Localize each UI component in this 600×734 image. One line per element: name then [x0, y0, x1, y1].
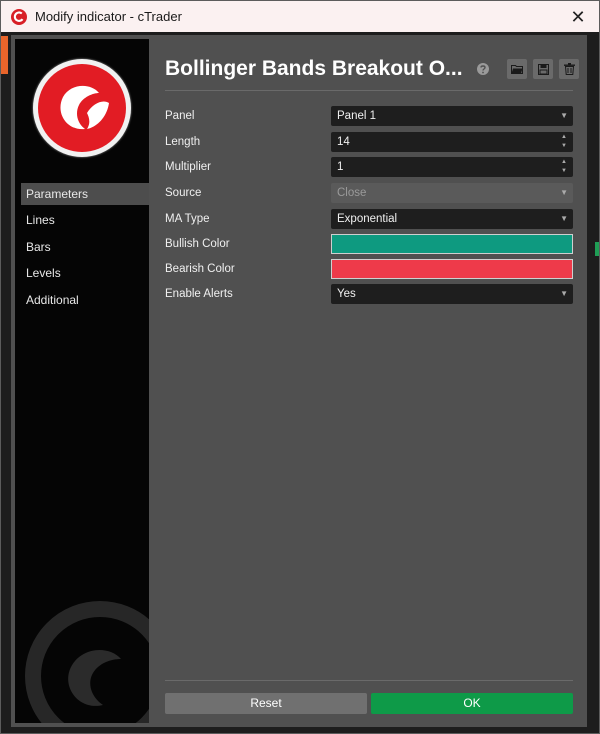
param-label: Multiplier: [165, 161, 212, 173]
save-icon[interactable]: [533, 59, 553, 79]
window-title: Modify indicator - cTrader: [35, 9, 182, 24]
length-stepper[interactable]: 14 ▲ ▼: [331, 132, 573, 152]
param-row-enable-alerts: Enable Alerts Yes ▼: [165, 284, 573, 304]
param-row-length: Length 14 ▲ ▼: [165, 132, 573, 152]
header-toolbar: [473, 59, 579, 79]
sidebar: Parameters Lines Bars Levels Additional: [15, 39, 149, 723]
sidebar-nav: Parameters Lines Bars Levels Additional: [21, 183, 149, 315]
trash-icon[interactable]: [559, 59, 579, 79]
param-label: Length: [165, 136, 201, 148]
chevron-down-icon: ▼: [560, 188, 568, 197]
ma-type-select-value: Exponential: [337, 213, 398, 225]
param-row-multiplier: Multiplier 1 ▲ ▼: [165, 157, 573, 177]
help-icon[interactable]: [473, 59, 493, 79]
multiplier-stepper[interactable]: 1 ▲ ▼: [331, 157, 573, 177]
param-row-bearish-color: Bearish Color: [165, 259, 573, 279]
modify-indicator-window: Modify indicator - cTrader ✕ Parameters …: [0, 0, 600, 734]
multiplier-value: 1: [337, 161, 344, 173]
indicator-title: Bollinger Bands Breakout O...: [165, 57, 463, 80]
chevron-down-icon: ▼: [560, 214, 568, 223]
watermark-swoosh-icon: [68, 649, 121, 706]
reset-button[interactable]: Reset: [165, 693, 367, 714]
spinner-arrows-icon[interactable]: ▲ ▼: [560, 134, 568, 150]
spinner-arrows-icon[interactable]: ▲ ▼: [560, 159, 568, 175]
bearish-color-swatch[interactable]: [331, 259, 573, 279]
dialog-body: Parameters Lines Bars Levels Additional …: [11, 35, 587, 727]
source-select-value: Close: [337, 187, 367, 199]
ctrader-logo-icon: [11, 8, 27, 25]
ok-button[interactable]: OK: [371, 693, 573, 714]
ma-type-select[interactable]: Exponential ▼: [331, 209, 573, 229]
param-label: Panel: [165, 110, 195, 122]
footer-divider: [165, 680, 573, 681]
sidebar-item-levels[interactable]: Levels: [21, 262, 149, 289]
sidebar-item-additional[interactable]: Additional: [21, 289, 149, 316]
sidebar-item-lines[interactable]: Lines: [21, 209, 149, 236]
param-label: MA Type: [165, 213, 210, 225]
enable-alerts-select[interactable]: Yes ▼: [331, 284, 573, 304]
sidebar-item-parameters[interactable]: Parameters: [21, 183, 149, 205]
chevron-down-icon: ▼: [560, 289, 568, 298]
parameters-panel: Bollinger Bands Breakout O... Panel Pane…: [165, 35, 579, 727]
param-row-panel: Panel Panel 1 ▼: [165, 106, 573, 126]
close-icon[interactable]: ✕: [567, 6, 589, 28]
bullish-color-swatch[interactable]: [331, 234, 573, 254]
param-label: Source: [165, 187, 202, 199]
length-value: 14: [337, 136, 350, 148]
open-folder-icon[interactable]: [507, 59, 527, 79]
param-label: Bullish Color: [165, 238, 230, 250]
chevron-down-icon: ▼: [560, 111, 568, 120]
param-row-ma-type: MA Type Exponential ▼: [165, 209, 573, 229]
enable-alerts-select-value: Yes: [337, 288, 356, 300]
param-label: Bearish Color: [165, 263, 235, 275]
ctrader-logo-icon: [33, 59, 131, 157]
sidebar-item-bars[interactable]: Bars: [21, 236, 149, 263]
panel-select[interactable]: Panel 1 ▼: [331, 106, 573, 126]
panel-select-value: Panel 1: [337, 110, 377, 122]
header-divider: [165, 90, 573, 91]
param-row-bullish-color: Bullish Color: [165, 234, 573, 254]
param-label: Enable Alerts: [165, 288, 233, 300]
source-select: Close ▼: [331, 183, 573, 203]
title-bar[interactable]: Modify indicator - cTrader ✕: [1, 1, 599, 32]
param-row-source: Source Close ▼: [165, 183, 573, 203]
